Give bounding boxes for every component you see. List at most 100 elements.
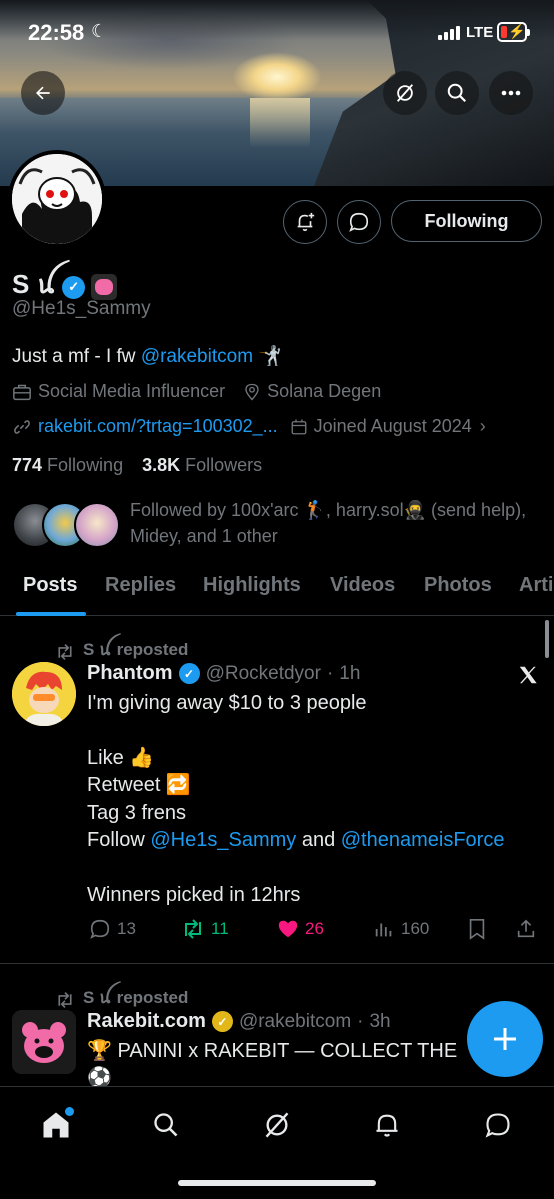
tab-posts[interactable]: Posts (23, 574, 77, 597)
search-button[interactable] (435, 71, 479, 115)
link-icon (14, 419, 30, 434)
avatar-image (12, 154, 102, 244)
x-logo-icon[interactable] (517, 664, 539, 691)
avatar (74, 502, 120, 548)
followers-count: 3.8K (142, 455, 181, 475)
tab-articles[interactable]: Arti (519, 574, 553, 597)
reply-button[interactable]: 13 (89, 918, 136, 940)
moon-icon: ☾ (91, 21, 108, 41)
views-button[interactable]: 160 (373, 918, 429, 940)
nav-notifications[interactable] (367, 1105, 407, 1145)
following-label: Following (42, 455, 124, 475)
share-button[interactable] (515, 918, 537, 940)
views-count: 160 (401, 919, 430, 938)
post-time[interactable]: 3h (369, 1011, 390, 1033)
share-icon (517, 919, 535, 938)
gold-badge-icon[interactable]: ✓ (211, 1011, 233, 1032)
bio-text: Just a mf - I fw (12, 346, 141, 367)
mention-link[interactable]: @thenameisForce (341, 829, 505, 851)
post-author-avatar[interactable] (12, 662, 76, 726)
post-text: 🏆 PANINI x RAKEBIT — COLLECT THE ⚽ (87, 1038, 477, 1093)
post-author-avatar[interactable] (12, 1010, 76, 1074)
profile-website-link[interactable]: rakebit.com/?trtag=100302_... (38, 416, 278, 437)
bookmark-button[interactable] (467, 918, 487, 940)
rakebit-avatar-image (12, 1010, 76, 1074)
post-author-handle[interactable]: @Rocketdyor (206, 663, 321, 685)
tab-videos[interactable]: Videos (330, 574, 395, 597)
phantom-avatar-image (12, 662, 76, 726)
briefcase-icon (13, 384, 31, 400)
post-text: I'm giving away $10 to 3 people Like 👍 R… (87, 690, 504, 909)
scrollbar[interactable] (545, 620, 549, 658)
post-author-name[interactable]: Rakebit.com (87, 1010, 206, 1033)
nav-messages[interactable] (478, 1105, 518, 1145)
followers-link[interactable]: 3.8K Followers (142, 455, 262, 475)
chevron-right-icon[interactable]: › (480, 416, 486, 437)
bio-mention-link[interactable]: @rakebitcom (141, 346, 253, 367)
dot-separator: · (357, 1010, 364, 1032)
home-indicator[interactable] (178, 1180, 376, 1186)
grok-icon (396, 84, 414, 102)
more-button[interactable] (489, 71, 533, 115)
notify-button[interactable] (283, 200, 327, 244)
post-follow-line: Follow @He1s_Sammy and @thenameisForce (87, 827, 504, 854)
signal-icon (438, 26, 460, 40)
tab-replies[interactable]: Replies (105, 574, 176, 597)
post-line: Tag 3 frens (87, 801, 186, 824)
bell-icon (376, 1114, 398, 1137)
profile-meta-row: Social Media Influencer Solana Degen (12, 381, 381, 402)
following-count: 774 (12, 455, 43, 475)
battery-icon: ⚡ (497, 22, 530, 42)
grok-button[interactable] (383, 71, 427, 115)
profile-link-row: rakebit.com/?trtag=100302_... Joined Aug… (12, 416, 486, 437)
bio-emoji: 🤺 (258, 346, 282, 367)
post-line: Retweet 🔁 (87, 774, 191, 797)
network-label: LTE (466, 24, 494, 41)
calendar-icon (291, 419, 307, 434)
verified-badge-icon[interactable]: ✓ (62, 275, 86, 299)
message-icon (485, 1113, 510, 1138)
message-button[interactable] (337, 200, 381, 244)
search-icon (447, 83, 467, 103)
tab-highlights[interactable]: Highlights (203, 574, 301, 597)
repost-button[interactable]: 11 (181, 918, 229, 940)
verified-badge-icon[interactable]: ✓ (178, 663, 200, 684)
compose-button[interactable] (467, 1001, 543, 1077)
notification-dot (65, 1107, 74, 1116)
repost-count: 11 (211, 919, 229, 938)
post-line (87, 717, 504, 744)
followed-by-text[interactable]: Followed by 100x'arc 🏌️, harry.sol🥷 (sen… (130, 497, 530, 549)
more-icon (501, 90, 521, 96)
heart-icon (278, 920, 298, 938)
profile-location: Solana Degen (267, 381, 382, 401)
mention-link[interactable]: @He1s_Sammy (150, 829, 296, 851)
followed-by-avatars[interactable] (12, 502, 122, 548)
search-icon (154, 1113, 178, 1137)
post-author-handle[interactable]: @rakebitcom (239, 1011, 351, 1033)
like-count: 26 (305, 919, 324, 938)
plus-icon (494, 1028, 516, 1050)
repost-icon (58, 991, 72, 1008)
post-header: Phantom ✓ @Rocketdyor · 1h (87, 662, 360, 685)
nav-grok[interactable] (257, 1105, 297, 1145)
follow-counts: 774 Following 3.8K Followers (12, 455, 262, 476)
post-time[interactable]: 1h (339, 663, 360, 685)
like-button[interactable]: 26 (277, 918, 324, 940)
grok-icon (265, 1112, 289, 1138)
nav-home[interactable] (36, 1105, 76, 1145)
profile-category: Social Media Influencer (38, 381, 226, 401)
following-link[interactable]: 774 Following (12, 455, 123, 475)
back-button[interactable] (21, 71, 65, 115)
post-actions: 13 11 26 160 (87, 918, 547, 950)
nav-search[interactable] (146, 1105, 186, 1145)
repost-icon (58, 643, 72, 660)
bell-plus-icon (297, 212, 315, 232)
profile-avatar[interactable] (8, 150, 106, 248)
tab-photos[interactable]: Photos (424, 574, 492, 597)
post-line: Like 👍 (87, 746, 155, 769)
post-author-name[interactable]: Phantom (87, 662, 173, 685)
profile-tabs: Posts Replies Highlights Videos Photos A… (0, 566, 554, 616)
following-button[interactable]: Following (391, 200, 542, 242)
dot-separator: · (326, 662, 334, 684)
affiliate-badge-icon[interactable] (91, 274, 118, 300)
